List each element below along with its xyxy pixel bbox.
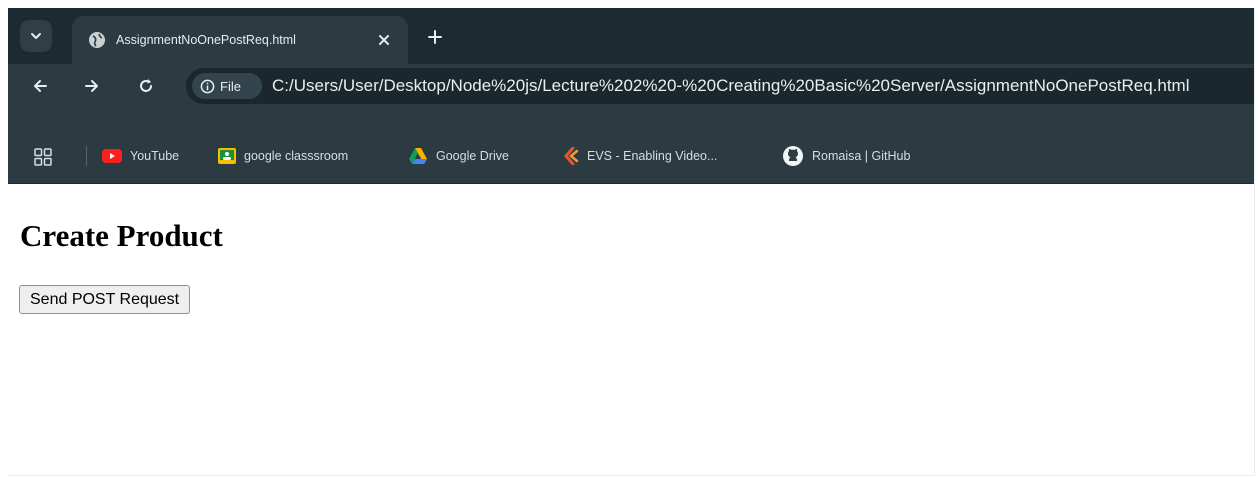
bookmark-evs[interactable]: EVS - Enabling Video... — [563, 144, 717, 168]
evs-icon — [564, 147, 579, 165]
site-info-chip[interactable]: File — [192, 73, 262, 99]
address-bar[interactable]: File C:/Users/User/Desktop/Node%20js/Lec… — [186, 68, 1254, 104]
bookmark-github[interactable]: Romaisa | GitHub — [782, 144, 910, 168]
tab-strip: AssignmentNoOnePostReq.html — [8, 8, 1254, 64]
github-icon — [783, 146, 803, 166]
drive-icon — [409, 148, 427, 164]
classroom-icon — [218, 148, 236, 164]
apps-grid-icon[interactable] — [34, 148, 52, 171]
site-chip-label: File — [220, 78, 241, 94]
bookmark-google-classroom[interactable]: google classsroom — [218, 144, 348, 168]
arrow-right-icon — [85, 80, 98, 92]
close-icon[interactable] — [372, 28, 396, 52]
plus-icon — [428, 30, 442, 44]
bookmark-label: Romaisa | GitHub — [812, 149, 911, 163]
page-title: Create Product — [20, 218, 223, 253]
reload-icon — [140, 79, 152, 92]
tab-title: AssignmentNoOnePostReq.html — [116, 33, 296, 47]
bookmarks-separator — [86, 146, 87, 166]
info-icon — [200, 79, 215, 93]
forward-button[interactable] — [76, 70, 108, 102]
new-tab-button[interactable] — [422, 24, 448, 50]
page-content: Create Product Send POST Request — [8, 184, 1254, 475]
url-text[interactable]: C:/Users/User/Desktop/Node%20js/Lecture%… — [272, 77, 1190, 95]
arrow-left-icon — [34, 80, 47, 92]
bookmark-label: EVS - Enabling Video... — [587, 149, 718, 163]
bookmark-label: Google Drive — [436, 149, 509, 163]
toolbar: File C:/Users/User/Desktop/Node%20js/Lec… — [8, 64, 1254, 108]
send-post-request-button[interactable]: Send POST Request — [19, 285, 191, 314]
bookmark-label: YouTube — [130, 149, 180, 163]
bookmark-label: google classsroom — [244, 149, 349, 163]
active-tab[interactable]: AssignmentNoOnePostReq.html — [72, 16, 408, 64]
reload-button[interactable] — [130, 70, 162, 102]
chevron-down-icon — [31, 33, 41, 39]
youtube-icon — [102, 149, 122, 163]
browser-window: AssignmentNoOnePostReq.html File C:/User… — [8, 8, 1255, 476]
tab-search-button[interactable] — [20, 20, 52, 52]
back-button[interactable] — [24, 70, 56, 102]
globe-icon — [88, 31, 106, 49]
bookmark-google-drive[interactable]: Google Drive — [408, 144, 509, 168]
bookmark-youtube[interactable]: YouTube — [102, 144, 179, 168]
